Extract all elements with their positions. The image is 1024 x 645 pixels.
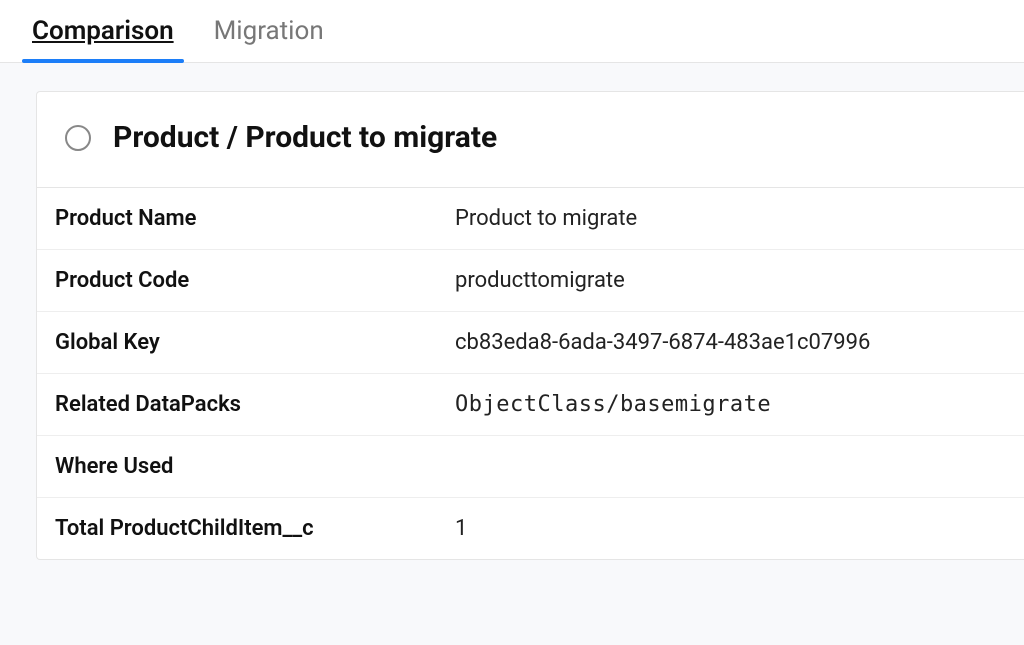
tab-comparison[interactable]: Comparison (32, 16, 174, 62)
card-title: Product / Product to migrate (113, 120, 497, 155)
field-label: Product Name (55, 206, 455, 231)
product-card: Product / Product to migrate Product Nam… (36, 91, 1024, 560)
content-area: Product / Product to migrate Product Nam… (0, 63, 1024, 560)
field-label: Total ProductChildItem__c (55, 516, 455, 541)
field-label: Related DataPacks (55, 392, 455, 417)
fields-list: Product Name Product to migrate Product … (37, 188, 1024, 559)
field-value: Product to migrate (455, 206, 637, 231)
field-product-name: Product Name Product to migrate (37, 188, 1024, 250)
field-value: cb83eda8-6ada-3497-6874-483ae1c07996 (455, 330, 870, 355)
card-header: Product / Product to migrate (37, 92, 1024, 188)
field-related-datapacks: Related DataPacks ObjectClass/basemigrat… (37, 374, 1024, 436)
select-radio[interactable] (65, 125, 91, 151)
field-label: Where Used (55, 454, 455, 479)
field-total-productchilditem: Total ProductChildItem__c 1 (37, 498, 1024, 559)
field-product-code: Product Code producttomigrate (37, 250, 1024, 312)
field-value: 1 (455, 516, 467, 541)
field-global-key: Global Key cb83eda8-6ada-3497-6874-483ae… (37, 312, 1024, 374)
field-where-used: Where Used (37, 436, 1024, 498)
field-label: Global Key (55, 330, 455, 355)
field-value: ObjectClass/basemigrate (455, 392, 771, 417)
field-label: Product Code (55, 268, 455, 293)
tab-bar: Comparison Migration (0, 0, 1024, 63)
tab-migration[interactable]: Migration (214, 16, 324, 62)
field-value: producttomigrate (455, 268, 625, 293)
